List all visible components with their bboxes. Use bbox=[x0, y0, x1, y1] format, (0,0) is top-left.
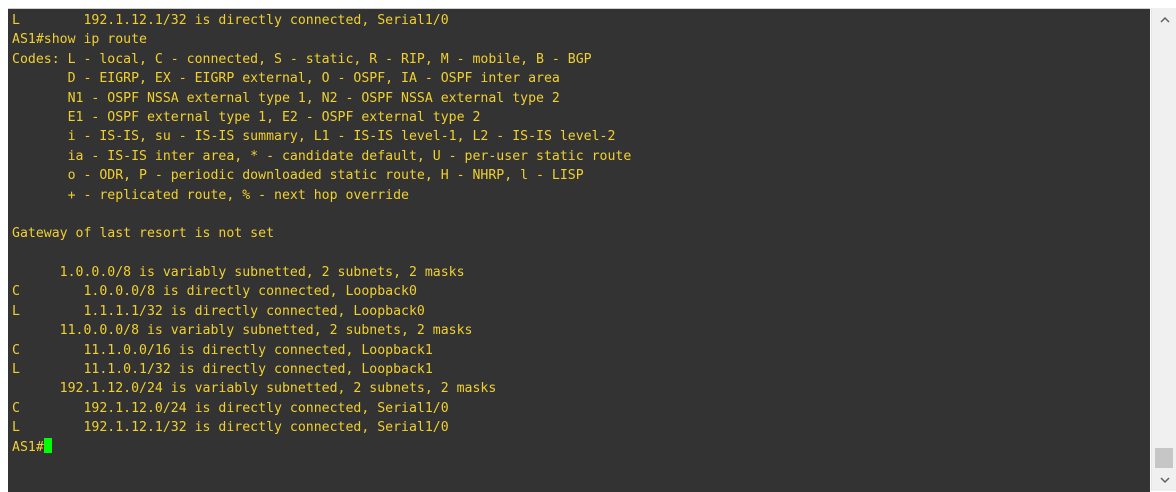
terminal-prompt: AS1# bbox=[12, 439, 44, 455]
text-cursor bbox=[43, 437, 52, 453]
terminal-line: 192.1.12.0/24 is variably subnetted, 2 s… bbox=[12, 381, 497, 397]
terminal-output: L 192.1.12.1/32 is directly connected, S… bbox=[12, 11, 1150, 457]
terminal-line: C 11.1.0.0/16 is directly connected, Loo… bbox=[12, 342, 433, 358]
scroll-down-button[interactable] bbox=[1152, 471, 1176, 489]
terminal-window: L 192.1.12.1/32 is directly connected, S… bbox=[0, 0, 1176, 492]
terminal-line: D - EIGRP, EX - EIGRP external, O - OSPF… bbox=[12, 71, 560, 87]
terminal-console[interactable]: L 192.1.12.1/32 is directly connected, S… bbox=[8, 8, 1150, 492]
scroll-up-button[interactable] bbox=[1152, 10, 1176, 28]
terminal-line: Codes: L - local, C - connected, S - sta… bbox=[12, 51, 592, 67]
vertical-scrollbar[interactable] bbox=[1151, 8, 1176, 491]
terminal-line: i - IS-IS, su - IS-IS summary, L1 - IS-I… bbox=[12, 129, 616, 145]
terminal-line: 11.0.0.0/8 is variably subnetted, 2 subn… bbox=[12, 323, 473, 339]
scrollbar-thumb[interactable] bbox=[1155, 448, 1173, 468]
terminal-line: AS1#show ip route bbox=[12, 32, 147, 48]
terminal-line: ia - IS-IS inter area, * - candidate def… bbox=[12, 148, 632, 164]
terminal-line: Gateway of last resort is not set bbox=[12, 226, 275, 242]
terminal-line: L 192.1.12.1/32 is directly connected, S… bbox=[12, 420, 449, 436]
terminal-line: 1.0.0.0/8 is variably subnetted, 2 subne… bbox=[12, 265, 465, 281]
terminal-line: N1 - OSPF NSSA external type 1, N2 - OSP… bbox=[12, 90, 560, 106]
terminal-line: C 192.1.12.0/24 is directly connected, S… bbox=[12, 400, 449, 416]
terminal-line: o - ODR, P - periodic downloaded static … bbox=[12, 168, 584, 184]
terminal-line: E1 - OSPF external type 1, E2 - OSPF ext… bbox=[12, 109, 481, 125]
chevron-down-icon bbox=[1159, 476, 1170, 483]
terminal-line: + - replicated route, % - next hop overr… bbox=[12, 187, 409, 203]
chevron-up-icon bbox=[1159, 16, 1170, 23]
terminal-line: C 1.0.0.0/8 is directly connected, Loopb… bbox=[12, 284, 417, 300]
terminal-line: L 1.1.1.1/32 is directly connected, Loop… bbox=[12, 303, 425, 319]
terminal-line: L 11.1.0.1/32 is directly connected, Loo… bbox=[12, 362, 433, 378]
terminal-prompt-line[interactable]: AS1# bbox=[12, 437, 1150, 457]
terminal-line: L 192.1.12.1/32 is directly connected, S… bbox=[12, 13, 449, 28]
